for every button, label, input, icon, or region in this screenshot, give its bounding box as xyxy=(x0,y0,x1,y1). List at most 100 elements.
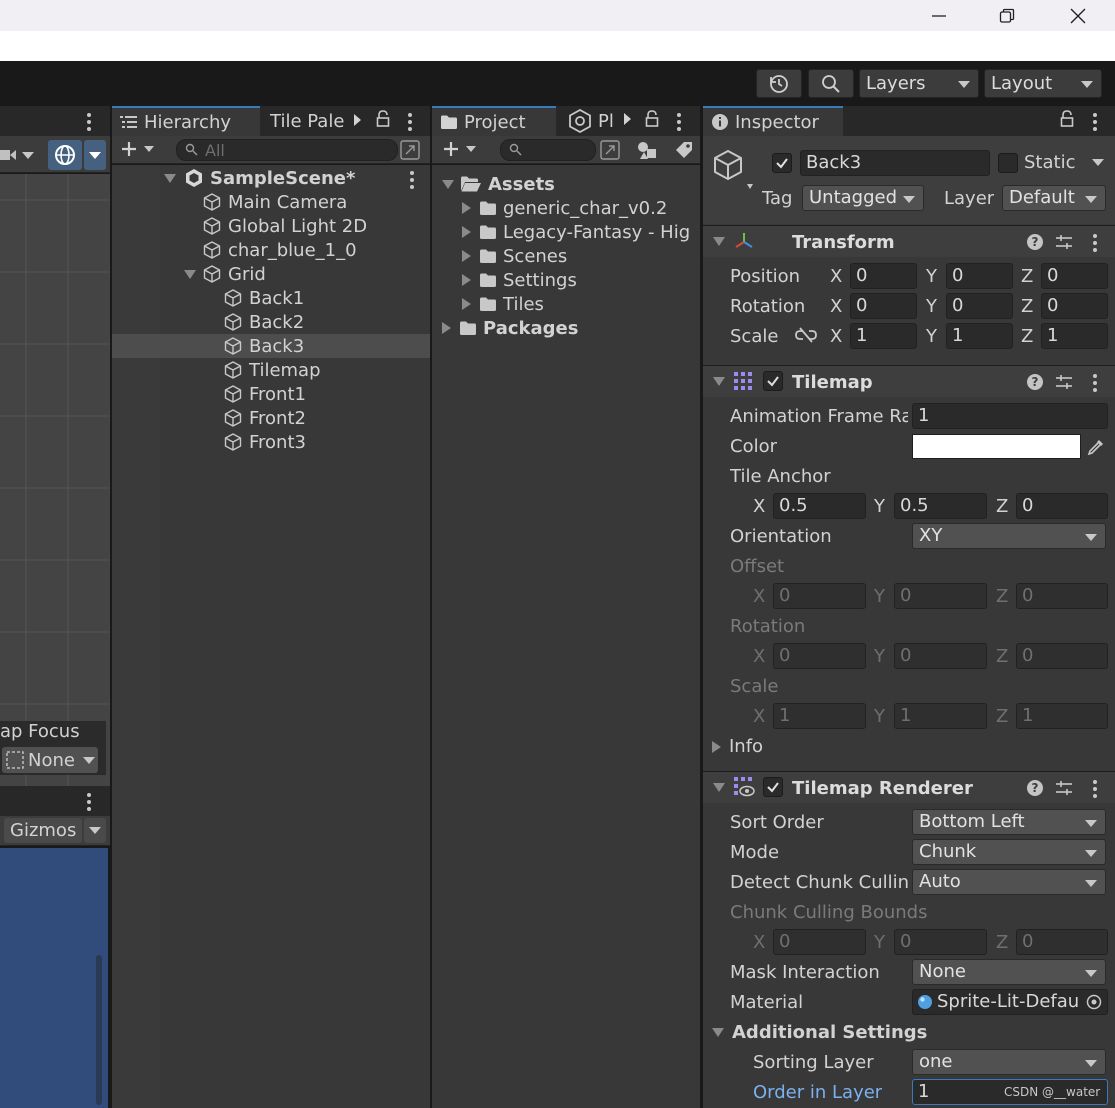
sorting-layer-dropdown[interactable]: one xyxy=(912,1049,1106,1075)
project-menu-icon[interactable] xyxy=(677,113,681,131)
rotation-x-field[interactable]: 0 xyxy=(850,293,917,319)
restore-button[interactable] xyxy=(984,0,1030,31)
mode-dropdown[interactable]: Chunk xyxy=(912,839,1106,865)
project-create-button[interactable] xyxy=(442,140,476,158)
scale-y-field[interactable]: 1 xyxy=(946,323,1013,349)
gizmos-dropdown[interactable] xyxy=(84,818,106,843)
preset-icon[interactable] xyxy=(1055,779,1073,797)
gizmos-button[interactable]: Gizmos xyxy=(4,818,82,843)
lock-button[interactable] xyxy=(645,110,659,128)
position-y-field[interactable]: 0 xyxy=(946,263,1013,289)
renderer-enabled-checkbox[interactable] xyxy=(763,777,783,797)
tilemap-header[interactable]: Tilemap ? xyxy=(703,365,1115,397)
camera-dropdown[interactable] xyxy=(0,143,40,167)
constrain-proportions-toggle[interactable] xyxy=(795,326,817,344)
active-checkbox[interactable] xyxy=(772,153,792,173)
position-x-field[interactable]: 0 xyxy=(850,263,917,289)
hierarchy-item[interactable]: char_blue_1_0 xyxy=(112,238,430,262)
project-search-options-button[interactable] xyxy=(600,140,620,160)
history-button[interactable] xyxy=(756,69,802,98)
static-dropdown[interactable] xyxy=(1092,159,1104,166)
scene-menu-icon[interactable] xyxy=(87,113,91,131)
help-icon[interactable]: ? xyxy=(1027,234,1043,250)
layout-dropdown[interactable]: Layout xyxy=(984,69,1102,98)
hierarchy-menu-icon[interactable] xyxy=(408,113,412,131)
tilemap-enabled-checkbox[interactable] xyxy=(763,371,783,391)
hierarchy-item[interactable]: Main Camera xyxy=(112,190,430,214)
tilemap-focus-dropdown[interactable]: None xyxy=(2,747,98,773)
lock-button[interactable] xyxy=(376,110,390,128)
folder-item[interactable]: Scenes xyxy=(432,244,700,268)
scale-x-field[interactable]: 1 xyxy=(850,323,917,349)
component-menu-icon[interactable] xyxy=(1093,374,1097,392)
folder-item[interactable]: Legacy-Fantasy - Hig xyxy=(432,220,700,244)
transform-header[interactable]: Transform ? xyxy=(703,225,1115,257)
material-field[interactable]: Sprite-Lit-Defau xyxy=(912,989,1108,1015)
help-icon[interactable]: ? xyxy=(1027,780,1043,796)
preset-icon[interactable] xyxy=(1055,233,1073,251)
animation-frame-rate-field[interactable]: 1 xyxy=(912,403,1108,429)
tile-anchor-x-field[interactable]: 0.5 xyxy=(773,493,866,519)
scene-view[interactable] xyxy=(0,174,110,786)
hierarchy-search-input[interactable]: All xyxy=(176,139,398,161)
filter-by-label-button[interactable] xyxy=(674,140,694,160)
gizmo-orientation-button[interactable] xyxy=(48,140,82,170)
assets-row[interactable]: Assets xyxy=(432,172,700,196)
hierarchy-item[interactable]: Back2 xyxy=(112,310,430,334)
create-button[interactable] xyxy=(120,140,154,158)
object-name-input[interactable]: Back3 xyxy=(800,150,990,176)
hierarchy-item[interactable]: Back1 xyxy=(112,286,430,310)
color-picker-button[interactable] xyxy=(1084,434,1108,459)
tab-project[interactable]: Project xyxy=(432,106,556,136)
hierarchy-item-selected[interactable]: Back3 xyxy=(112,334,430,358)
scene-row-menu-icon[interactable] xyxy=(410,171,414,189)
close-window-button[interactable] xyxy=(1055,0,1101,31)
layer-dropdown[interactable]: Default xyxy=(1002,185,1106,211)
preset-icon[interactable] xyxy=(1055,373,1073,391)
packages-row[interactable]: Packages xyxy=(432,316,700,340)
hierarchy-item[interactable]: Front3 xyxy=(112,430,430,454)
tile-anchor-y-field[interactable]: 0.5 xyxy=(894,493,987,519)
layers-dropdown[interactable]: Layers xyxy=(859,69,979,98)
hierarchy-item-grid[interactable]: Grid xyxy=(112,262,430,286)
gizmo-dropdown[interactable] xyxy=(84,140,106,170)
sort-order-dropdown[interactable]: Bottom Left xyxy=(912,809,1106,835)
search-button[interactable] xyxy=(808,69,854,98)
object-icon[interactable] xyxy=(712,148,754,190)
help-icon[interactable]: ? xyxy=(1027,374,1043,390)
object-picker-button[interactable] xyxy=(1086,994,1102,1010)
info-foldout[interactable]: Info xyxy=(712,736,763,757)
scale-z-field[interactable]: 1 xyxy=(1041,323,1108,349)
orientation-dropdown[interactable]: XY xyxy=(912,523,1106,549)
static-checkbox[interactable] xyxy=(998,153,1018,173)
inspector-lock-button[interactable] xyxy=(1060,110,1074,128)
tab-inspector[interactable]: Inspector xyxy=(703,106,843,136)
detect-chunk-culling-dropdown[interactable]: Auto xyxy=(912,869,1106,895)
tab-overflow-button[interactable] xyxy=(622,112,632,126)
hierarchy-item[interactable]: Front2 xyxy=(112,406,430,430)
tilemap-renderer-header[interactable]: Tilemap Renderer ? xyxy=(703,771,1115,803)
rotation-z-field[interactable]: 0 xyxy=(1041,293,1108,319)
tile-anchor-z-field[interactable]: 0 xyxy=(1016,493,1108,519)
tab-tile-palette[interactable]: Tile Pale xyxy=(262,106,352,136)
color-swatch[interactable] xyxy=(912,434,1081,459)
filter-by-type-button[interactable] xyxy=(636,139,658,161)
scene-root-row[interactable]: SampleScene* xyxy=(112,166,430,190)
folder-item[interactable]: Settings xyxy=(432,268,700,292)
component-menu-icon[interactable] xyxy=(1093,234,1097,252)
hierarchy-item[interactable]: Front1 xyxy=(112,382,430,406)
search-options-button[interactable] xyxy=(400,140,420,160)
additional-settings-foldout[interactable]: Additional Settings xyxy=(712,1022,927,1043)
game-menu-icon[interactable] xyxy=(87,793,91,811)
minimize-button[interactable] xyxy=(916,0,962,31)
tab-hierarchy[interactable]: Hierarchy xyxy=(112,106,260,136)
inspector-menu-icon[interactable] xyxy=(1093,113,1097,131)
rotation-y-field[interactable]: 0 xyxy=(946,293,1013,319)
tab-overflow-button[interactable] xyxy=(352,112,368,128)
component-menu-icon[interactable] xyxy=(1093,780,1097,798)
position-z-field[interactable]: 0 xyxy=(1041,263,1108,289)
folder-item[interactable]: generic_char_v0.2 xyxy=(432,196,700,220)
tab-package[interactable]: Pl xyxy=(560,106,618,136)
tag-dropdown[interactable]: Untagged xyxy=(802,185,924,211)
game-scrollbar[interactable] xyxy=(96,955,102,1105)
